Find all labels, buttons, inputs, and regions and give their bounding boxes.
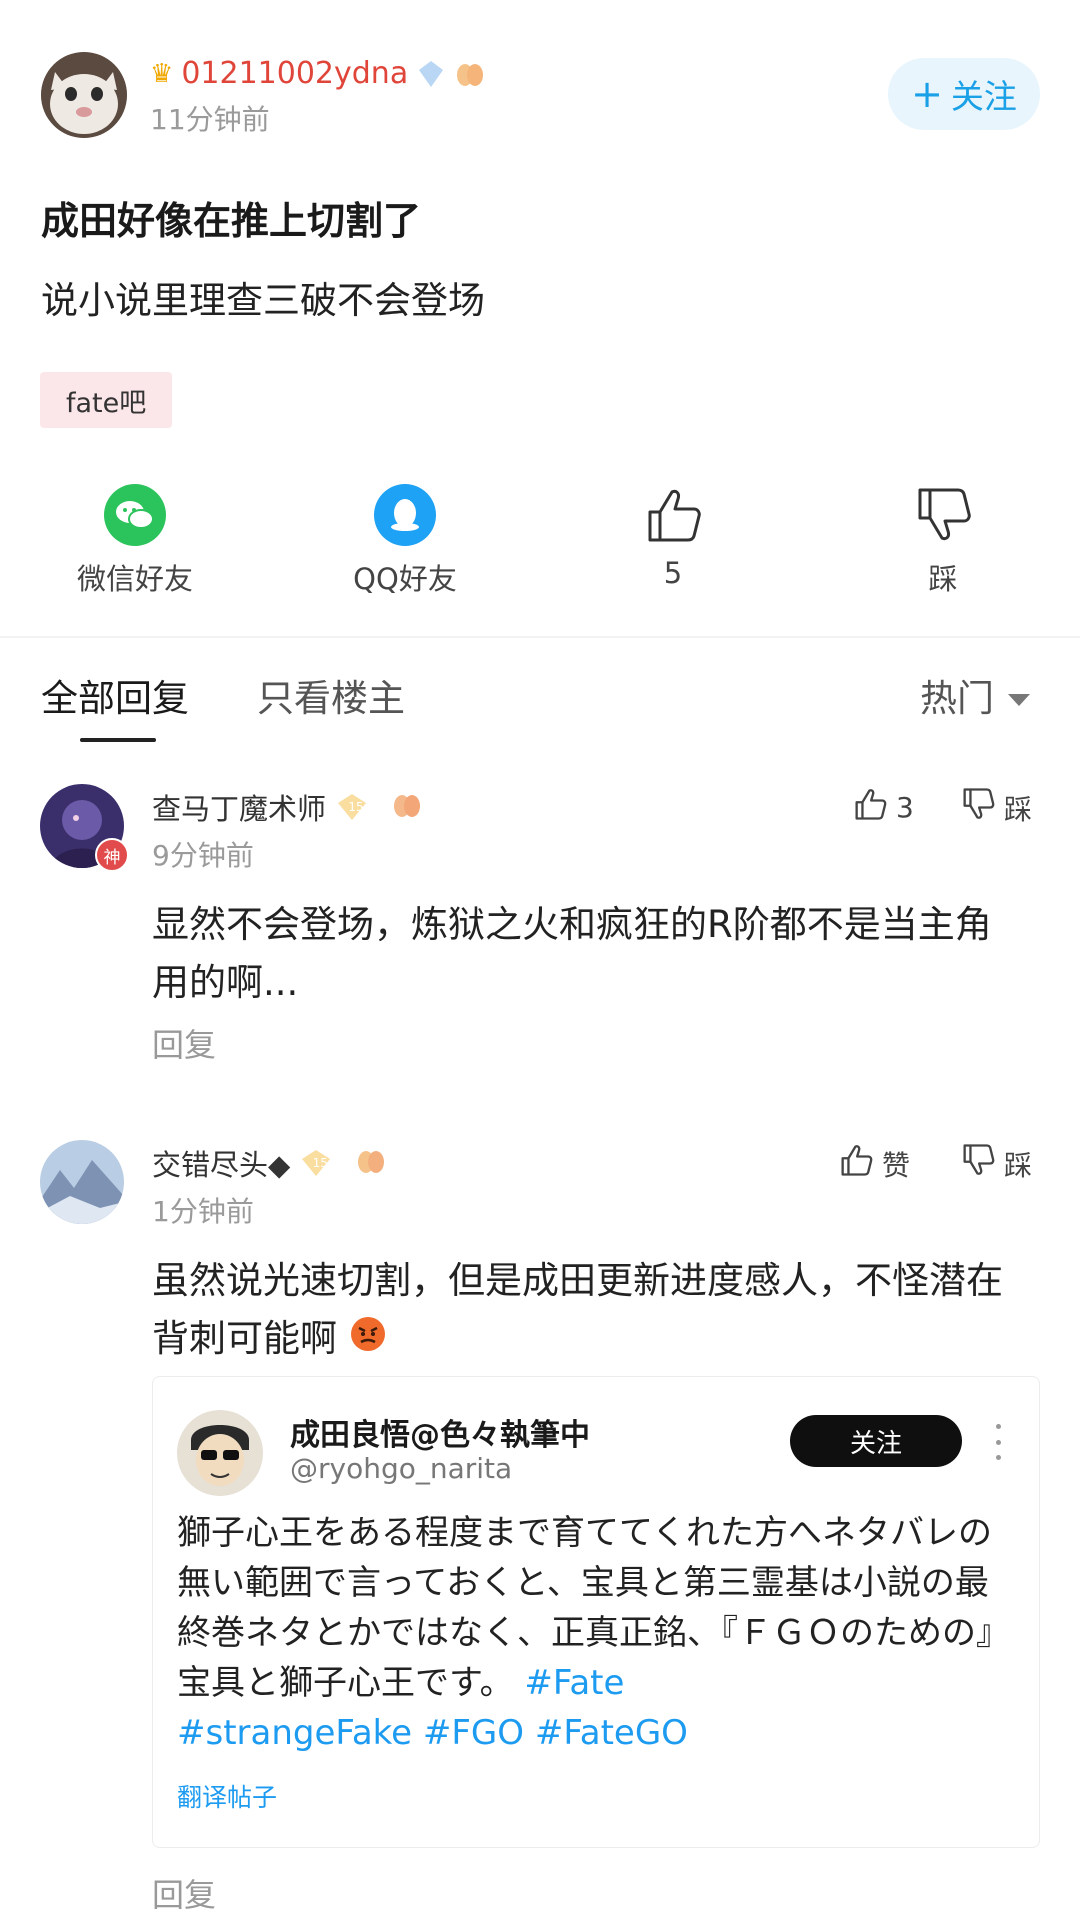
hands-icon (454, 59, 486, 89)
share-wechat-label: 微信好友 (76, 562, 193, 596)
crown-icon: ♛ (150, 58, 174, 89)
thumbs-up-icon (838, 1142, 874, 1185)
reply-header: 查马丁魔术师 15 (152, 786, 424, 828)
reply-text-content: 虽然说光速切割，但是成田更新进度感人，不怪潜在背刺可能啊 (152, 1259, 1003, 1360)
caret-down-icon (1008, 674, 1030, 717)
tweet-author-handle: @ryohgo_narita (290, 1452, 513, 1485)
angry-emoji-icon (349, 1312, 387, 1370)
author-name[interactable]: 01211002ydna (181, 56, 408, 91)
hands-icon (354, 1146, 388, 1180)
forum-tag[interactable]: fate吧 (40, 372, 173, 428)
forum-tag-label: fate吧 (66, 387, 147, 419)
thumbs-up-icon (642, 484, 704, 546)
tweet-author-avatar[interactable] (177, 1410, 263, 1496)
reply-like-label: 赞 (882, 1148, 911, 1182)
reply-like-count: 3 (896, 791, 914, 824)
post-time: 11分钟前 (150, 103, 270, 136)
post-dislike-button[interactable]: 踩 (843, 484, 1043, 598)
tab-op-only[interactable]: 只看楼主 (257, 668, 405, 722)
more-options-icon[interactable] (990, 1424, 1006, 1460)
share-wechat-button[interactable]: 微信好友 (35, 484, 235, 598)
tab-all-replies[interactable]: 全部回复 (41, 668, 189, 722)
tweet-text: 獅子心王をある程度まで育ててくれた方へネタバレの無い範囲で言っておくと、宝具と第… (177, 1508, 997, 1758)
reply-dislike-label: 踩 (1004, 792, 1033, 826)
sort-label: 热门 (920, 677, 994, 720)
post-like-button[interactable]: 5 (573, 484, 773, 590)
post-body: 说小说里理查三破不会登场 (41, 279, 485, 322)
qq-icon (374, 484, 436, 546)
author-line: ♛ 01211002ydna (150, 56, 486, 91)
tab-op-only-label: 只看楼主 (257, 677, 405, 720)
share-qq-label: QQ好友 (353, 562, 457, 596)
translate-post-link[interactable]: 翻译帖子 (177, 1778, 277, 1814)
thumbs-down-icon (960, 786, 996, 829)
avatar-badge: 神 (95, 838, 129, 872)
tweet-follow-label: 关注 (849, 1428, 902, 1459)
hands-icon (390, 790, 424, 824)
reply-username[interactable]: 交错尽头◆ (152, 1142, 290, 1184)
post-dislike-label: 踩 (928, 562, 958, 596)
reply-text: 显然不会登场，炼狱之火和疯狂的R阶都不是当主角用的啊... (152, 903, 992, 1004)
follow-label: 关注 (950, 77, 1017, 116)
reply-avatar[interactable] (40, 1140, 124, 1224)
tab-active-indicator (80, 738, 156, 742)
reply-time: 1分钟前 (152, 1195, 254, 1228)
thumbs-up-icon (852, 786, 888, 829)
follow-button[interactable]: + 关注 (888, 58, 1040, 130)
plus-icon: + (911, 72, 943, 116)
avatar-badge-label: 神 (103, 847, 121, 868)
share-qq-button[interactable]: QQ好友 (305, 484, 505, 598)
reply-like-button[interactable]: 赞 (838, 1142, 910, 1185)
wechat-icon (104, 484, 166, 546)
thumbs-down-icon (960, 1142, 996, 1185)
reply-dislike-button[interactable]: 踩 (960, 1142, 1032, 1185)
tweet-hashtags-line2[interactable]: #strangeFake #FGO #FateGO (177, 1713, 688, 1753)
post-title: 成田好像在推上切割了 (41, 199, 422, 243)
thumbs-down-icon (912, 484, 974, 546)
reply-header: 交错尽头◆ 15 (152, 1142, 388, 1184)
reply-dislike-button[interactable]: 踩 (960, 786, 1032, 829)
author-avatar[interactable] (41, 52, 127, 138)
sort-dropdown[interactable]: 热门 (920, 668, 1030, 722)
reply-dislike-label: 踩 (1004, 1148, 1033, 1182)
reply-like-button[interactable]: 3 (852, 786, 914, 829)
section-divider (0, 636, 1080, 638)
level-badge-icon (416, 59, 446, 89)
reply-text: 虽然说光速切割，但是成田更新进度感人，不怪潜在背刺可能啊 (152, 1252, 1022, 1370)
reply-link[interactable]: 回复 (152, 1020, 216, 1066)
tweet-hashtags-line1[interactable]: #Fate (524, 1663, 624, 1703)
reply-time: 9分钟前 (152, 839, 254, 872)
tweet-author-name[interactable]: 成田良悟@色々執筆中 (290, 1410, 590, 1454)
level-number: 15 (312, 1156, 328, 1170)
post-like-count: 5 (663, 556, 683, 590)
reply-username[interactable]: 查马丁魔术师 (152, 786, 326, 828)
reply-link[interactable]: 回复 (152, 1870, 216, 1916)
level-number: 15 (348, 800, 364, 814)
tab-all-replies-label: 全部回复 (41, 677, 189, 720)
tweet-follow-button[interactable]: 关注 (790, 1415, 962, 1467)
